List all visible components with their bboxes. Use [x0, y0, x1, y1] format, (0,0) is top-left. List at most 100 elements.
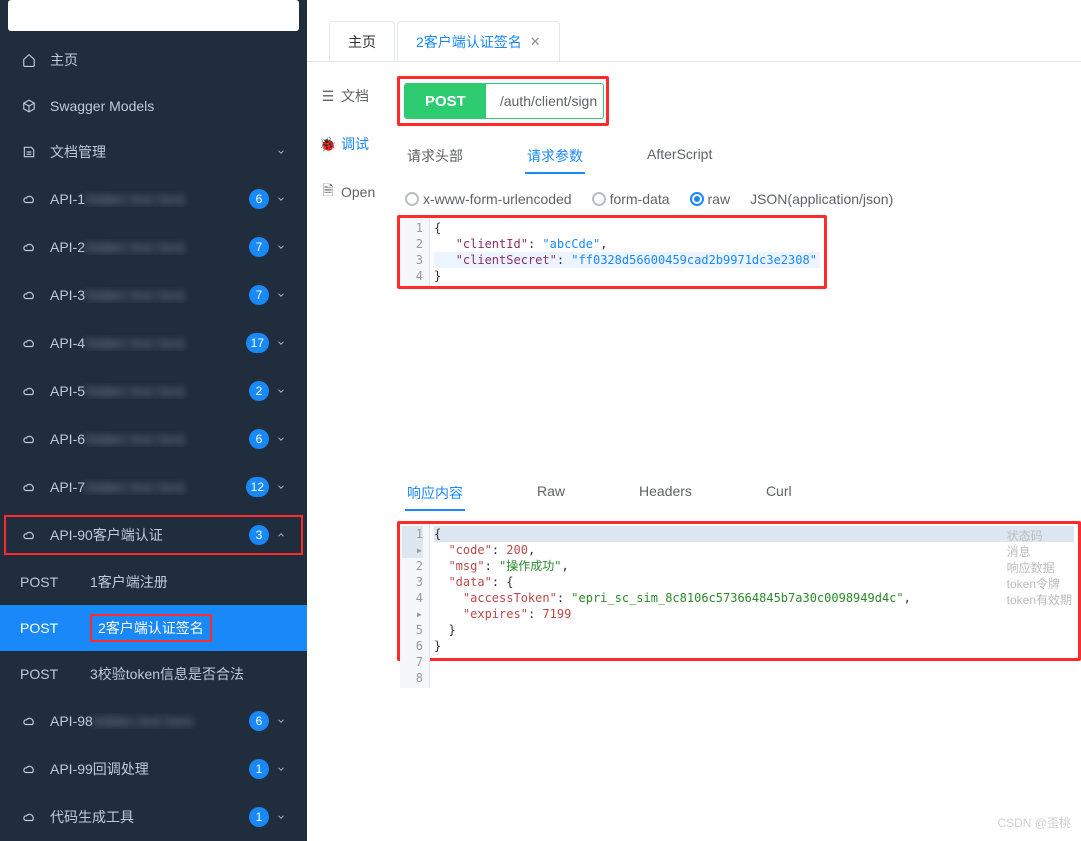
comment-msg: 消息 [1007, 544, 1072, 560]
radio-formdata[interactable]: form-data [592, 190, 670, 207]
comment-data: 响应数据 [1007, 560, 1072, 576]
reqtab-afterscript[interactable]: AfterScript [645, 140, 714, 174]
chevron-down-icon [275, 289, 287, 301]
docnav-debug-label: 调试 [341, 134, 369, 154]
radio-form[interactable]: x-www-form-urlencoded [405, 190, 572, 207]
url-highlight: POST /auth/client/sign [397, 76, 609, 126]
watermark: CSDN @歪桃 [997, 814, 1071, 831]
sub-method: POST [20, 666, 90, 682]
sub-method: POST [20, 574, 90, 590]
resptab-headers[interactable]: Headers [637, 477, 694, 511]
cloud-icon [20, 432, 38, 446]
sidebar-api-label: API-6hidden text here [50, 431, 249, 447]
sidebar-api-label: API-1hidden text here [50, 191, 249, 207]
sidebar-api-item[interactable]: API-4hidden text here17 [0, 319, 307, 367]
docnav-debug[interactable]: 🐞 调试 [321, 130, 397, 158]
sidebar-search[interactable] [8, 0, 299, 31]
cloud-icon [20, 528, 38, 542]
chevron-down-icon [275, 337, 287, 349]
response-comments: 状态码 消息 响应数据 token令牌 token有效期 [1007, 528, 1072, 608]
resptab-body[interactable]: 响应内容 [405, 477, 465, 511]
chevron-down-icon [275, 715, 287, 727]
cube-icon [20, 99, 38, 113]
sidebar-api-item[interactable]: API-7hidden text here12 [0, 463, 307, 511]
count-badge: 12 [246, 477, 269, 497]
tab-home-label: 主页 [348, 32, 376, 52]
sidebar-api-item[interactable]: API-5hidden text here2 [0, 367, 307, 415]
reqtab-params[interactable]: 请求参数 [525, 140, 585, 174]
tab-home[interactable]: 主页 [329, 21, 395, 61]
sidebar-api-item[interactable]: API-99回调处理1 [0, 745, 307, 793]
cloud-icon [20, 192, 38, 206]
sidebar-api-label: API-5hidden text here [50, 383, 249, 399]
sidebar-docmgmt[interactable]: 文档管理 [0, 129, 307, 175]
method-badge: POST [405, 84, 486, 118]
list-icon: ☰ [321, 88, 335, 105]
file-icon: 🗎 [321, 180, 335, 204]
chevron-down-icon [275, 481, 287, 493]
sidebar-api-item[interactable]: API-90客户端认证3 [0, 511, 307, 559]
reqtab-headers[interactable]: 请求头部 [405, 140, 465, 174]
sidebar-api-label: API-98hidden text here [50, 713, 249, 729]
radio-raw[interactable]: raw [690, 190, 731, 207]
sidebar-sub-item[interactable]: POST2客户端认证签名 [0, 605, 307, 651]
tab-current-label: 2客户端认证签名 [416, 32, 522, 52]
cloud-icon [20, 336, 38, 350]
sidebar-api-item[interactable]: API-1hidden text here6 [0, 175, 307, 223]
sidebar-api-item[interactable]: API-3hidden text here7 [0, 271, 307, 319]
response-editor[interactable]: 1 ▸234 ▸5678 { "code": 200, "msg": "操作成功… [400, 524, 1078, 688]
docnav-doc[interactable]: ☰ 文档 [321, 82, 397, 110]
count-badge: 1 [249, 807, 269, 827]
chevron-down-icon [275, 193, 287, 205]
resptab-raw[interactable]: Raw [535, 477, 567, 511]
docnav-open[interactable]: 🗎 Open [321, 178, 397, 206]
sidebar-api-item[interactable]: API-6hidden text here6 [0, 415, 307, 463]
chevron-down-icon [275, 241, 287, 253]
content-type-label: JSON(application/json) [750, 191, 893, 207]
sidebar-home[interactable]: 主页 [0, 37, 307, 83]
body-type-row: x-www-form-urlencoded form-data raw JSON… [405, 190, 1081, 207]
sidebar-sub-item[interactable]: POST3校验token信息是否合法 [0, 651, 307, 697]
request-tabs: 请求头部 请求参数 AfterScript [405, 140, 1081, 174]
chevron-down-icon [275, 433, 287, 445]
resptab-curl[interactable]: Curl [764, 477, 794, 511]
comment-expires: token有效期 [1007, 592, 1072, 608]
request-body-editor[interactable]: 1234 { "clientId": "abcCde", "clientSecr… [400, 218, 824, 286]
sidebar-api-label: API-4hidden text here [50, 335, 246, 351]
cloud-icon [20, 384, 38, 398]
home-icon [20, 53, 38, 67]
sidebar-api-label: API-2hidden text here [50, 239, 249, 255]
sidebar-api-label: API-3hidden text here [50, 287, 249, 303]
sidebar-api-label: 代码生成工具 [50, 807, 249, 827]
sub-label: 1客户端注册 [90, 572, 287, 592]
tab-current[interactable]: 2客户端认证签名 ✕ [397, 21, 560, 61]
count-badge: 7 [249, 285, 269, 305]
count-badge: 6 [249, 189, 269, 209]
tab-bar: 主页 2客户端认证签名 ✕ [307, 0, 1081, 62]
response-highlight: 1 ▸234 ▸5678 { "code": 200, "msg": "操作成功… [397, 521, 1081, 661]
count-badge: 7 [249, 237, 269, 257]
editor-gutter: 1234 [400, 218, 430, 286]
close-icon[interactable]: ✕ [530, 34, 541, 50]
doc-nav: ☰ 文档 🐞 调试 🗎 Open [307, 62, 397, 841]
sidebar-home-label: 主页 [50, 50, 287, 70]
chevron-down-icon [275, 385, 287, 397]
sidebar-swagger[interactable]: Swagger Models [0, 83, 307, 129]
count-badge: 3 [249, 525, 269, 545]
comment-token: token令牌 [1007, 576, 1072, 592]
sidebar-sub-item[interactable]: POST1客户端注册 [0, 559, 307, 605]
sidebar: 主页 Swagger Models 文档管理 API-1hidden text … [0, 0, 307, 841]
sidebar-api-item[interactable]: API-98hidden text here6 [0, 697, 307, 745]
cloud-icon [20, 714, 38, 728]
radio-icon [405, 192, 419, 206]
sidebar-swagger-label: Swagger Models [50, 98, 287, 114]
count-badge: 2 [249, 381, 269, 401]
sub-method: POST [20, 620, 90, 636]
main-area: 主页 2客户端认证签名 ✕ ☰ 文档 🐞 调试 🗎 Open [307, 0, 1081, 841]
radio-icon [690, 192, 704, 206]
bug-icon: 🐞 [321, 136, 335, 153]
sub-label: 2客户端认证签名 [90, 614, 287, 642]
sidebar-api-item[interactable]: API-2hidden text here7 [0, 223, 307, 271]
sidebar-api-item[interactable]: 代码生成工具1 [0, 793, 307, 841]
chevron-down-icon [275, 763, 287, 775]
